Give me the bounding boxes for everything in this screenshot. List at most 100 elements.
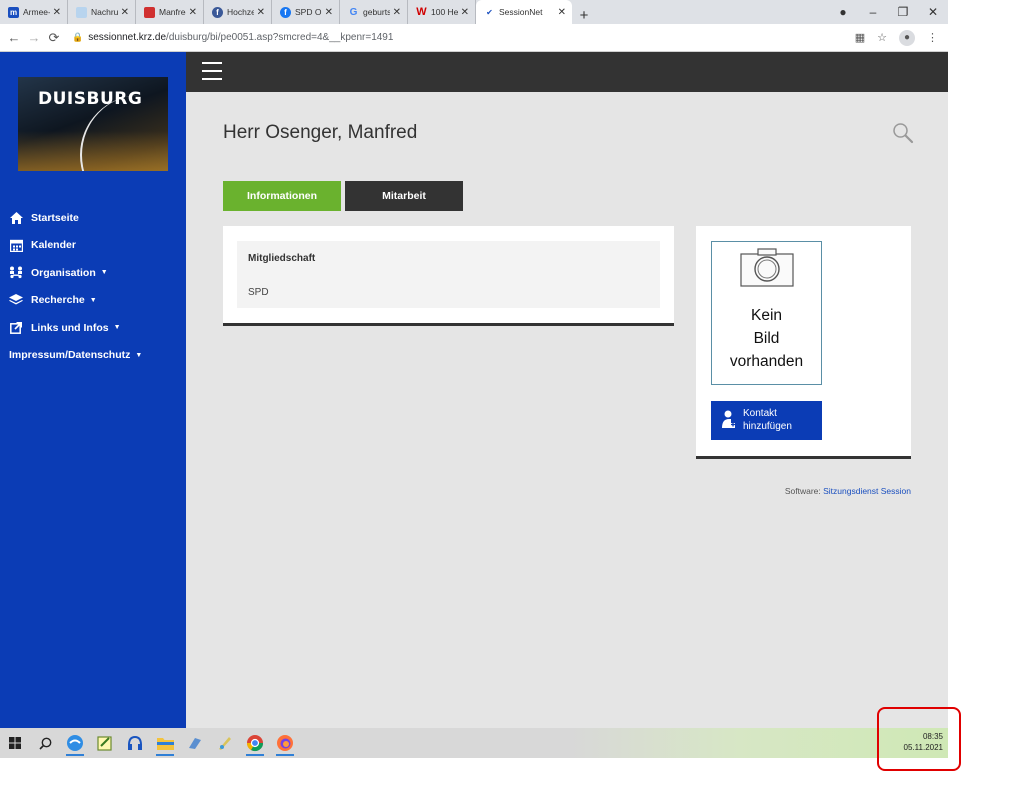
forward-icon[interactable]: → xyxy=(24,30,44,45)
tab-label: Nachruf sch xyxy=(91,7,118,17)
tab-informationen[interactable]: Informationen xyxy=(223,181,341,211)
membership-card: Mitgliedschaft SPD xyxy=(223,226,674,326)
sidebar-item-label: Impressum/Datenschutz xyxy=(9,349,131,362)
edge-icon[interactable] xyxy=(60,728,90,758)
membership-value: SPD xyxy=(248,287,269,298)
camera-icon xyxy=(740,247,794,292)
notepad-icon[interactable] xyxy=(90,728,120,758)
layers-icon xyxy=(9,293,23,307)
browser-tab-active[interactable]: ✔ SessionNet ✕ xyxy=(476,0,572,24)
search-icon[interactable] xyxy=(30,728,60,758)
tab-mitarbeit[interactable]: Mitarbeit xyxy=(345,181,463,211)
browser-tab[interactable]: Nachruf sch✕ xyxy=(68,0,136,24)
profile-avatar-icon[interactable]: ● xyxy=(899,29,915,46)
calendar-icon xyxy=(9,238,23,252)
browser-tab-strip: mArmee-Ran✕ Nachruf sch✕ Manfred O✕ fHoc… xyxy=(0,0,948,24)
url-field[interactable]: sessionnet.krz.de/duisburg/bi/pe0051.asp… xyxy=(88,32,393,43)
bookmark-star-icon[interactable]: ☆ xyxy=(877,31,887,44)
software-link[interactable]: Sitzungsdienst Session xyxy=(823,486,911,496)
url-host: sessionnet.krz.de xyxy=(88,32,167,43)
newspaper-icon xyxy=(144,6,155,18)
more-menu-icon[interactable]: ⋮ xyxy=(927,31,938,44)
web-page: DUISBURG Startseite Kalender Organisatio… xyxy=(0,52,948,728)
close-icon[interactable]: ✕ xyxy=(393,7,401,18)
sidebar-item-links[interactable]: Links und Infos ▼ xyxy=(0,314,186,342)
firefox-icon[interactable] xyxy=(270,728,300,758)
close-window-icon[interactable]: ✕ xyxy=(918,5,948,19)
sidebar-item-label: Links und Infos xyxy=(31,321,109,334)
sidebar-item-label: Organisation xyxy=(31,266,96,279)
taskbar: 08:35 05.11.2021 xyxy=(0,728,948,758)
google-icon: G xyxy=(349,6,358,18)
browser-tab[interactable]: Manfred O✕ xyxy=(136,0,204,24)
close-icon[interactable]: ✕ xyxy=(558,7,566,18)
headphones-icon[interactable] xyxy=(120,728,150,758)
external-link-icon xyxy=(9,321,23,335)
organisation-icon xyxy=(9,266,23,280)
no-photo-line: Kein xyxy=(750,307,783,324)
close-icon[interactable]: ✕ xyxy=(53,7,61,18)
w-icon: W xyxy=(416,5,427,18)
m-icon: m xyxy=(8,6,19,18)
close-icon[interactable]: ✕ xyxy=(461,7,469,18)
sidebar: DUISBURG Startseite Kalender Organisatio… xyxy=(0,52,186,728)
sidebar-item-label: Recherche xyxy=(31,294,85,307)
browser-tab[interactable]: f Hochzeitsju✕ xyxy=(204,0,272,24)
sidebar-item-label: Kalender xyxy=(31,239,76,252)
software-credit: Software: Sitzungsdienst Session xyxy=(785,486,911,496)
software-prefix: Software: xyxy=(784,486,824,496)
sidebar-item-recherche[interactable]: Recherche ▼ xyxy=(0,287,186,315)
search-icon[interactable] xyxy=(892,122,914,144)
add-contact-line: hinzufügen xyxy=(743,421,792,432)
add-contact-label: Kontakt hinzufügen xyxy=(743,407,792,433)
browser-tab[interactable]: Ggeburtstag✕ xyxy=(340,0,408,24)
caret-down-icon: ▼ xyxy=(135,351,143,359)
tab-label: geburtstag xyxy=(363,7,390,17)
chrome-icon[interactable] xyxy=(240,728,270,758)
sidebar-item-organisation[interactable]: Organisation ▼ xyxy=(0,259,186,287)
browser-tab[interactable]: f SPD Ortsve✕ xyxy=(272,0,340,24)
tab-label: 100 Helfer xyxy=(431,7,458,17)
sidebar-item-impressum[interactable]: Impressum/Datenschutz ▼ xyxy=(0,342,186,370)
home-icon xyxy=(9,211,23,225)
add-contact-button[interactable]: Kontakt hinzufügen xyxy=(711,401,822,440)
browser-tab[interactable]: m Armee-Ran✕ xyxy=(0,0,68,24)
sidebar-item-kalender[interactable]: Kalender xyxy=(0,232,186,260)
close-icon[interactable]: ✕ xyxy=(325,7,333,18)
clock-highlight-annotation xyxy=(877,707,961,771)
sidebar-item-label: Startseite xyxy=(31,211,79,224)
membership-label: Mitgliedschaft xyxy=(248,253,316,264)
caret-down-icon: ▼ xyxy=(89,296,97,304)
chrome-menu-icon[interactable]: ● xyxy=(828,5,858,19)
paint-icon[interactable] xyxy=(210,728,240,758)
tab-label: SessionNet xyxy=(499,7,543,17)
minimize-icon[interactable]: – xyxy=(858,5,888,19)
browser-tab[interactable]: W 100 Helfer✕ xyxy=(408,0,476,24)
hamburger-menu-icon[interactable] xyxy=(202,62,222,80)
file-explorer-icon[interactable] xyxy=(150,728,180,758)
sidebar-item-startseite[interactable]: Startseite xyxy=(0,204,186,232)
close-icon[interactable]: ✕ xyxy=(257,7,265,18)
address-bar: ← → ⟳ 🔒 sessionnet.krz.de/duisburg/bi/pe… xyxy=(0,24,948,52)
windows-start-icon[interactable] xyxy=(0,728,30,758)
add-contact-line: Kontakt xyxy=(743,408,777,419)
page-title: Herr Osenger, Manfred xyxy=(223,122,418,143)
no-photo-line: vorhanden xyxy=(729,353,804,370)
lock-icon: 🔒 xyxy=(72,32,84,42)
facebook-icon: f xyxy=(280,6,291,18)
reload-icon[interactable]: ⟳ xyxy=(44,30,64,46)
caret-down-icon: ▼ xyxy=(100,269,108,277)
duisburg-logo[interactable]: DUISBURG xyxy=(18,77,168,171)
add-user-icon xyxy=(722,410,736,434)
close-icon[interactable]: ✕ xyxy=(189,7,197,18)
restore-icon[interactable]: ❐ xyxy=(888,5,918,19)
top-bar xyxy=(186,52,948,92)
back-icon[interactable]: ← xyxy=(4,30,24,45)
new-tab-button[interactable]: + xyxy=(572,7,596,24)
sessionnet-icon: ✔ xyxy=(486,7,493,17)
close-icon[interactable]: ✕ xyxy=(121,7,129,18)
translate-icon[interactable]: ▦ xyxy=(855,31,865,44)
app-icon[interactable] xyxy=(180,728,210,758)
no-photo-text: Kein Bild vorhanden xyxy=(712,304,821,373)
tab-label: SPD Ortsve xyxy=(295,7,322,17)
